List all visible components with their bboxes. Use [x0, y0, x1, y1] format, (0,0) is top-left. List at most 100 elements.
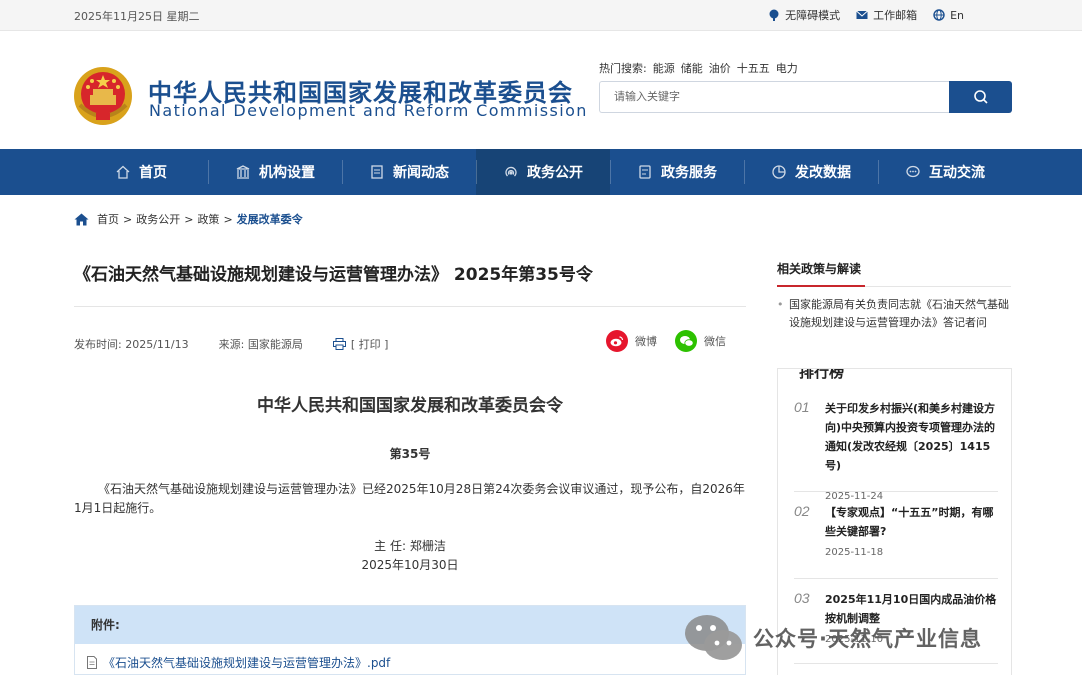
share-bar: 微博 微信 [606, 330, 726, 352]
search-icon [973, 90, 988, 104]
ranking-item-date: 2025-11-24 [825, 491, 884, 502]
share-weibo-label: 微博 [635, 335, 657, 348]
wechat-watermark: 公众号·天然气产业信息 [683, 612, 982, 664]
search-bar [599, 81, 1012, 113]
share-weibo[interactable]: 微博 [606, 330, 657, 352]
attachment-label: 附件: [75, 606, 745, 644]
document-icon [87, 656, 97, 669]
broadcast-icon [505, 166, 517, 177]
current-date: 2025年11月25日 星期二 [74, 10, 200, 23]
nav-item-label: 政务公开 [527, 165, 583, 181]
breadcrumb-government-affairs[interactable]: 政务公开 [136, 211, 180, 227]
chat-icon [906, 165, 920, 178]
source-info: 来源: 国家能源局 [219, 336, 303, 352]
top-links: 无障碍模式 工作邮箱 En [768, 7, 964, 23]
ranking-title: 排行榜 [799, 369, 845, 382]
breadcrumb-policy[interactable]: 政策 [197, 211, 219, 227]
nav-item-services[interactable]: 政务服务 [610, 149, 744, 195]
ranking-item-title[interactable]: 关于印发乡村振兴(和美乡村建设方向)中央预算内投资专项管理办法的通知(发改农经规… [825, 399, 1001, 475]
nav-item-news[interactable]: 新闻动态 [342, 149, 476, 195]
pie-chart-icon [772, 165, 786, 179]
ranking-number: 01 [794, 399, 810, 415]
document-heading: 中华人民共和国国家发展和改革委员会令 [257, 396, 563, 416]
ranking-item-date: 2025-11-18 [825, 547, 884, 558]
hot-search-label: 热门搜索: [599, 62, 647, 75]
document-signature: 主 任: 郑栅洁 2025年10月30日 [74, 537, 746, 575]
nav-item-home[interactable]: 首页 [74, 149, 208, 195]
top-bar: 2025年11月25日 星期二 无障碍模式 工作邮箱 En [0, 0, 1082, 31]
search-input[interactable] [599, 81, 949, 113]
watermark-text: 公众号·天然气产业信息 [753, 627, 982, 651]
nav-item-organization[interactable]: 机构设置 [208, 149, 342, 195]
related-accent-bar [777, 285, 865, 287]
site-title-en[interactable]: National Development and Reform Commissi… [149, 101, 588, 120]
related-link[interactable]: 国家能源局有关负责同志就《石油天然气基础设施规划建设与运营管理办法》答记者问 [777, 296, 1011, 332]
article-title: 《石油天然气基础设施规划建设与运营管理办法》 2025年第35号令 [74, 265, 593, 285]
mail-link[interactable]: 工作邮箱 [856, 7, 917, 23]
ranking-item-title[interactable]: 【专家观点】“十五五”时期，有哪些关键部署? [825, 503, 1001, 541]
service-icon [639, 165, 651, 179]
attachment-file-link[interactable]: 《石油天然气基础设施规划建设与运营管理办法》.pdf [86, 654, 390, 671]
hot-term[interactable]: 储能 [681, 60, 703, 76]
site-header: 中华人民共和国国家发展和改革委员会 National Development a… [0, 31, 1082, 149]
printer-icon [332, 338, 346, 350]
ranking-divider [794, 578, 998, 579]
nav-item-label: 新闻动态 [393, 165, 449, 181]
sign-date: 2025年10月30日 [361, 558, 459, 572]
hot-term[interactable]: 电力 [776, 60, 798, 76]
national-emblem-icon[interactable] [72, 65, 134, 127]
article-meta: 发布时间: 2025/11/13 来源: 国家能源局 [ 打印 ] [74, 336, 388, 352]
nav-item-government-affairs[interactable]: 政务公开 [476, 149, 610, 195]
main-nav: 首页 机构设置 新闻动态 政务公开 政务服务 发改数据 互动交流 [0, 149, 1082, 195]
publish-label: 发布时间: [74, 338, 122, 351]
document-body: 《石油天然气基础设施规划建设与运营管理办法》已经2025年10月28日第24次委… [74, 482, 745, 515]
print-button[interactable]: [ 打印 ] [332, 336, 389, 352]
source-value: 国家能源局 [247, 338, 303, 351]
publish-info: 发布时间: 2025/11/13 [74, 336, 189, 352]
hot-term[interactable]: 油价 [709, 60, 731, 76]
mail-label: 工作邮箱 [873, 9, 918, 22]
ranking-divider [794, 491, 998, 492]
print-label: [ 打印 ] [350, 338, 389, 351]
english-label: En [950, 8, 964, 22]
accessibility-link[interactable]: 无障碍模式 [768, 7, 840, 23]
breadcrumb: 首页 > 政务公开 > 政策 > 发展改革委令 [74, 211, 303, 227]
wechat-icon [685, 615, 742, 660]
related-policy-heading: 相关政策与解读 [777, 262, 862, 276]
breadcrumb-home[interactable]: 首页 [97, 211, 119, 227]
nav-item-interaction[interactable]: 互动交流 [878, 149, 1012, 195]
nav-item-label: 政务服务 [661, 165, 717, 181]
nav-item-label: 机构设置 [259, 165, 315, 181]
share-wechat[interactable]: 微信 [675, 330, 726, 352]
globe-icon [933, 9, 945, 21]
nav-item-label: 互动交流 [929, 165, 985, 181]
ranking-number: 02 [794, 503, 810, 519]
accessibility-icon [769, 9, 779, 21]
nav-item-data[interactable]: 发改数据 [744, 149, 878, 195]
accessibility-label: 无障碍模式 [785, 9, 841, 22]
home-icon[interactable] [74, 213, 89, 226]
attachment-file-name: 《石油天然气基础设施规划建设与运营管理办法》.pdf [103, 656, 391, 670]
weibo-icon [606, 330, 628, 352]
title-divider [74, 306, 746, 307]
document-number: 第35号 [389, 447, 431, 461]
search-button[interactable] [949, 81, 1012, 113]
nav-item-label: 发改数据 [795, 165, 851, 181]
publish-date: 2025/11/13 [125, 338, 189, 351]
news-icon [371, 165, 383, 179]
attachment-box: 附件: 《石油天然气基础设施规划建设与运营管理办法》.pdf [74, 605, 746, 675]
hot-term[interactable]: 能源 [653, 60, 675, 76]
english-link[interactable]: En [933, 7, 964, 23]
signatory: 主 任: 郑栅洁 [374, 539, 446, 553]
source-label: 来源: [218, 338, 245, 351]
building-icon [236, 165, 250, 179]
hot-term[interactable]: 十五五 [737, 60, 770, 76]
nav-item-label: 首页 [139, 165, 167, 181]
hot-search: 热门搜索: 能源 储能 油价 十五五 电力 [599, 60, 798, 76]
wechat-icon [675, 330, 697, 352]
mail-icon [856, 10, 868, 19]
ranking-number: 03 [794, 590, 810, 606]
breadcrumb-current[interactable]: 发展改革委令 [237, 211, 303, 227]
home-icon [116, 165, 130, 179]
share-wechat-label: 微信 [704, 335, 726, 348]
